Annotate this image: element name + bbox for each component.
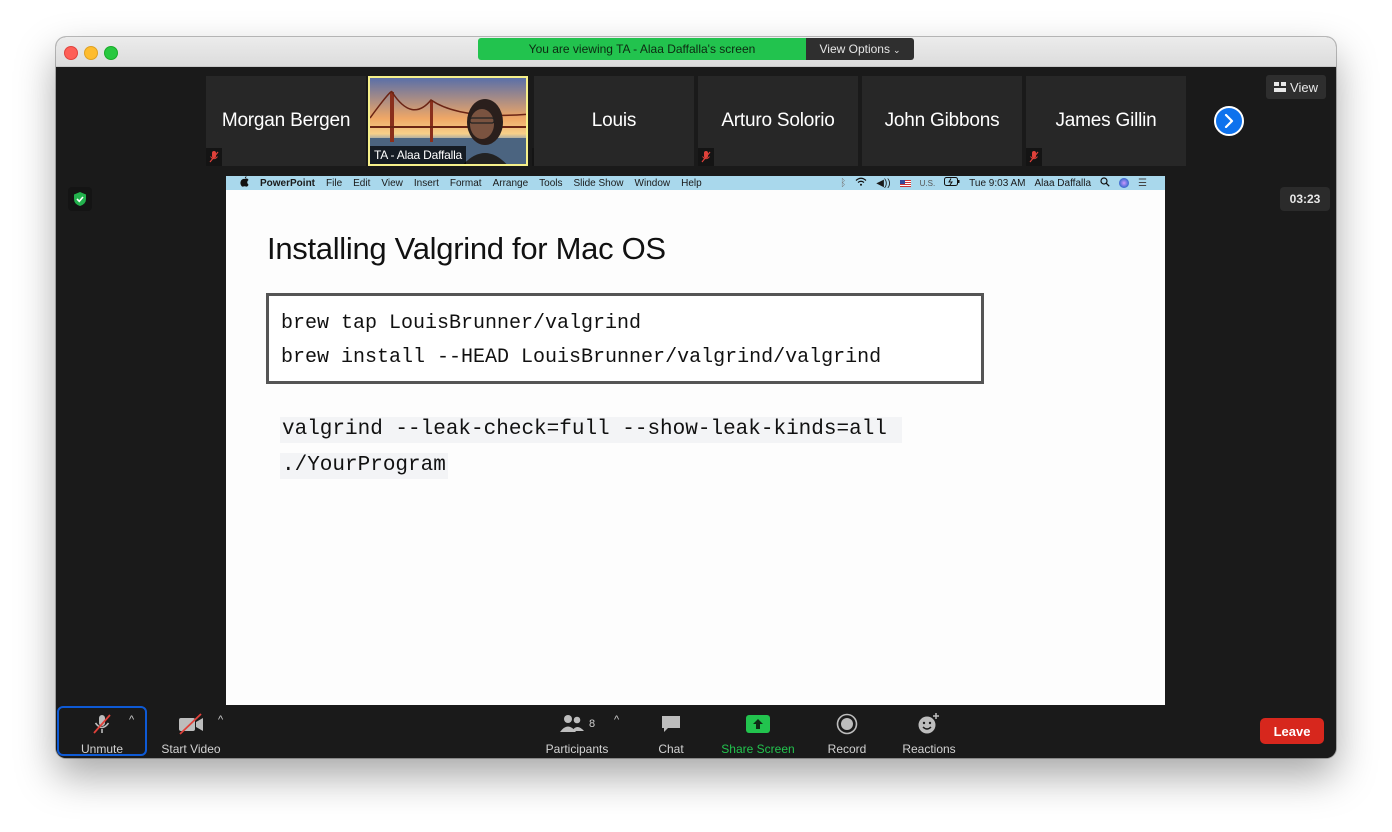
view-options-label: View Options	[819, 42, 890, 56]
chat-label: Chat	[658, 742, 684, 756]
menu-item-help: Help	[681, 177, 702, 189]
title-bar: You are viewing TA - Alaa Daffalla's scr…	[56, 37, 1336, 67]
chevron-down-icon: ⌄	[892, 45, 901, 55]
command-line: valgrind --leak-check=full --show-leak-k…	[280, 417, 902, 443]
participant-tile[interactable]: Morgan Bergen	[206, 76, 366, 166]
menu-clock: Tue 9:03 AM	[969, 177, 1026, 189]
leave-button[interactable]: Leave	[1260, 718, 1324, 744]
menu-user: Alaa Daffalla	[1034, 177, 1092, 189]
participant-tile[interactable]: Louis	[534, 76, 694, 166]
flag-icon	[899, 179, 911, 187]
meeting-timer: 03:23	[1280, 187, 1330, 211]
participant-name: John Gibbons	[884, 110, 1000, 131]
chevron-right-icon	[1224, 114, 1234, 128]
menu-app-name: PowerPoint	[260, 177, 316, 189]
menu-item-arrange: Arrange	[492, 177, 529, 189]
unmute-button[interactable]: Unmute	[76, 705, 128, 758]
code-line: brew install --HEAD LouisBrunner/valgrin…	[281, 346, 882, 369]
view-options-button[interactable]: View Options ⌄	[806, 38, 914, 60]
volume-icon: ◀))	[876, 177, 891, 189]
start-video-button[interactable]: Start Video	[156, 705, 226, 758]
security-shield-icon[interactable]	[68, 187, 92, 211]
menu-item-view: View	[381, 177, 403, 189]
muted-microphone-icon	[91, 712, 113, 736]
grid-icon	[1274, 82, 1287, 92]
close-window-button[interactable]	[64, 46, 78, 60]
participants-count: 8	[588, 718, 596, 730]
fullscreen-window-button[interactable]	[104, 46, 118, 60]
input-source: U.S.	[919, 178, 936, 188]
audio-options-caret-icon[interactable]: ^	[129, 714, 134, 726]
participants-options-caret-icon[interactable]: ^	[614, 714, 619, 726]
reactions-label: Reactions	[902, 742, 956, 756]
muted-mic-icon	[698, 148, 714, 166]
menu-item-tools: Tools	[539, 177, 563, 189]
zoom-window: You are viewing TA - Alaa Daffalla's scr…	[56, 37, 1336, 758]
slide-title: Installing Valgrind for Mac OS	[267, 231, 666, 266]
share-screen-icon	[745, 712, 771, 736]
menu-bar-status: ᛒ ◀)) U.S. Tue 9:03 AM Alaa Daffalla ☰	[840, 176, 1147, 190]
menu-item-window: Window	[634, 177, 671, 189]
minimize-window-button[interactable]	[84, 46, 98, 60]
participants-label: Participants	[545, 742, 609, 756]
view-label: View	[1290, 79, 1318, 95]
record-button[interactable]: Record	[822, 705, 872, 758]
participant-tile[interactable]: John Gibbons	[862, 76, 1022, 166]
muted-mic-icon	[206, 148, 222, 166]
unmute-label: Unmute	[80, 742, 124, 756]
participant-name: Louis	[591, 110, 637, 131]
participant-tile[interactable]: Arturo Solorio	[698, 76, 858, 166]
siri-icon	[1119, 178, 1130, 188]
shared-screen: PowerPoint File Edit View Insert Format …	[226, 176, 1165, 705]
code-box: brew tap LouisBrunner/valgrind brew inst…	[266, 293, 984, 384]
meeting-toolbar: Unmute ^ Start Video ^ 8 Participants ^ …	[56, 705, 1336, 758]
participant-name: Arturo Solorio	[721, 110, 835, 131]
start-video-label: Start Video	[161, 742, 221, 756]
chat-button[interactable]: Chat	[650, 705, 692, 758]
menu-item-format: Format	[449, 177, 482, 189]
viewing-screen-banner: You are viewing TA - Alaa Daffalla's scr…	[478, 38, 806, 60]
reactions-button[interactable]: Reactions	[898, 705, 960, 758]
video-off-icon	[177, 712, 205, 736]
menu-item-edit: Edit	[353, 177, 371, 189]
notification-center-icon: ☰	[1138, 177, 1147, 189]
menu-item-slide-show: Slide Show	[573, 177, 624, 189]
command-line: ./YourProgram	[280, 453, 448, 479]
participant-tile-active-speaker[interactable]: TA - Alaa Daffalla	[368, 76, 528, 166]
participant-name: James Gillin	[1055, 110, 1157, 131]
wifi-icon	[855, 177, 867, 189]
muted-mic-icon	[1026, 148, 1042, 166]
participant-name: Morgan Bergen	[221, 110, 351, 131]
menu-item-insert: Insert	[413, 177, 439, 189]
participants-button[interactable]: 8 Participants	[541, 705, 613, 758]
record-icon	[836, 712, 858, 736]
share-screen-button[interactable]: Share Screen	[718, 705, 798, 758]
bluetooth-icon: ᛒ	[840, 177, 847, 189]
share-screen-label: Share Screen	[721, 742, 795, 756]
code-line: brew tap LouisBrunner/valgrind	[281, 312, 642, 335]
participant-tile[interactable]: James Gillin	[1026, 76, 1186, 166]
apple-icon	[240, 176, 249, 190]
smile-plus-icon	[917, 712, 941, 736]
participant-name: TA - Alaa Daffalla	[370, 146, 467, 164]
mac-menu-bar: PowerPoint File Edit View Insert Format …	[226, 176, 1165, 190]
video-options-caret-icon[interactable]: ^	[218, 714, 223, 726]
view-layout-button[interactable]: View	[1266, 75, 1326, 99]
menu-item-file: File	[326, 177, 343, 189]
spotlight-search-icon	[1100, 176, 1110, 190]
battery-icon	[944, 177, 960, 189]
next-page-button[interactable]	[1214, 106, 1244, 136]
participants-icon-group: 8	[559, 712, 595, 736]
chat-bubble-icon	[660, 712, 682, 736]
participants-icon	[559, 715, 584, 732]
record-label: Record	[827, 742, 867, 756]
